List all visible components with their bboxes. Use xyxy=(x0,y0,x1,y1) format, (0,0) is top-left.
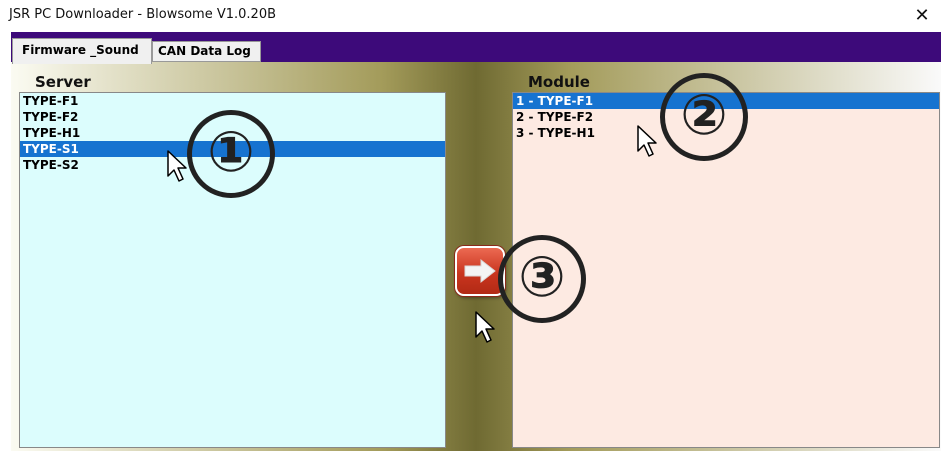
right-arrow-icon xyxy=(464,258,496,284)
window-title: JSR PC Downloader - Blowsome V1.0.20B xyxy=(9,7,277,22)
module-label: Module xyxy=(528,73,590,91)
close-icon[interactable]: ✕ xyxy=(907,2,937,30)
mouse-pointer-icon xyxy=(167,150,187,182)
tab-firmware-sound[interactable]: Firmware _Sound xyxy=(12,38,152,64)
mouse-pointer-icon xyxy=(637,125,657,157)
tab-can-data-log[interactable]: CAN Data Log xyxy=(152,41,261,62)
transfer-button[interactable] xyxy=(455,246,505,296)
annotation-badge-2: ② xyxy=(660,73,748,161)
annotation-badge-1: ① xyxy=(187,110,275,198)
mouse-pointer-icon xyxy=(475,311,495,343)
title-bar: JSR PC Downloader - Blowsome V1.0.20B ✕ xyxy=(0,0,941,32)
annotation-badge-3: ③ xyxy=(498,235,586,323)
server-label: Server xyxy=(35,73,91,91)
server-item-type-f1[interactable]: TYPE-F1 xyxy=(20,93,445,109)
